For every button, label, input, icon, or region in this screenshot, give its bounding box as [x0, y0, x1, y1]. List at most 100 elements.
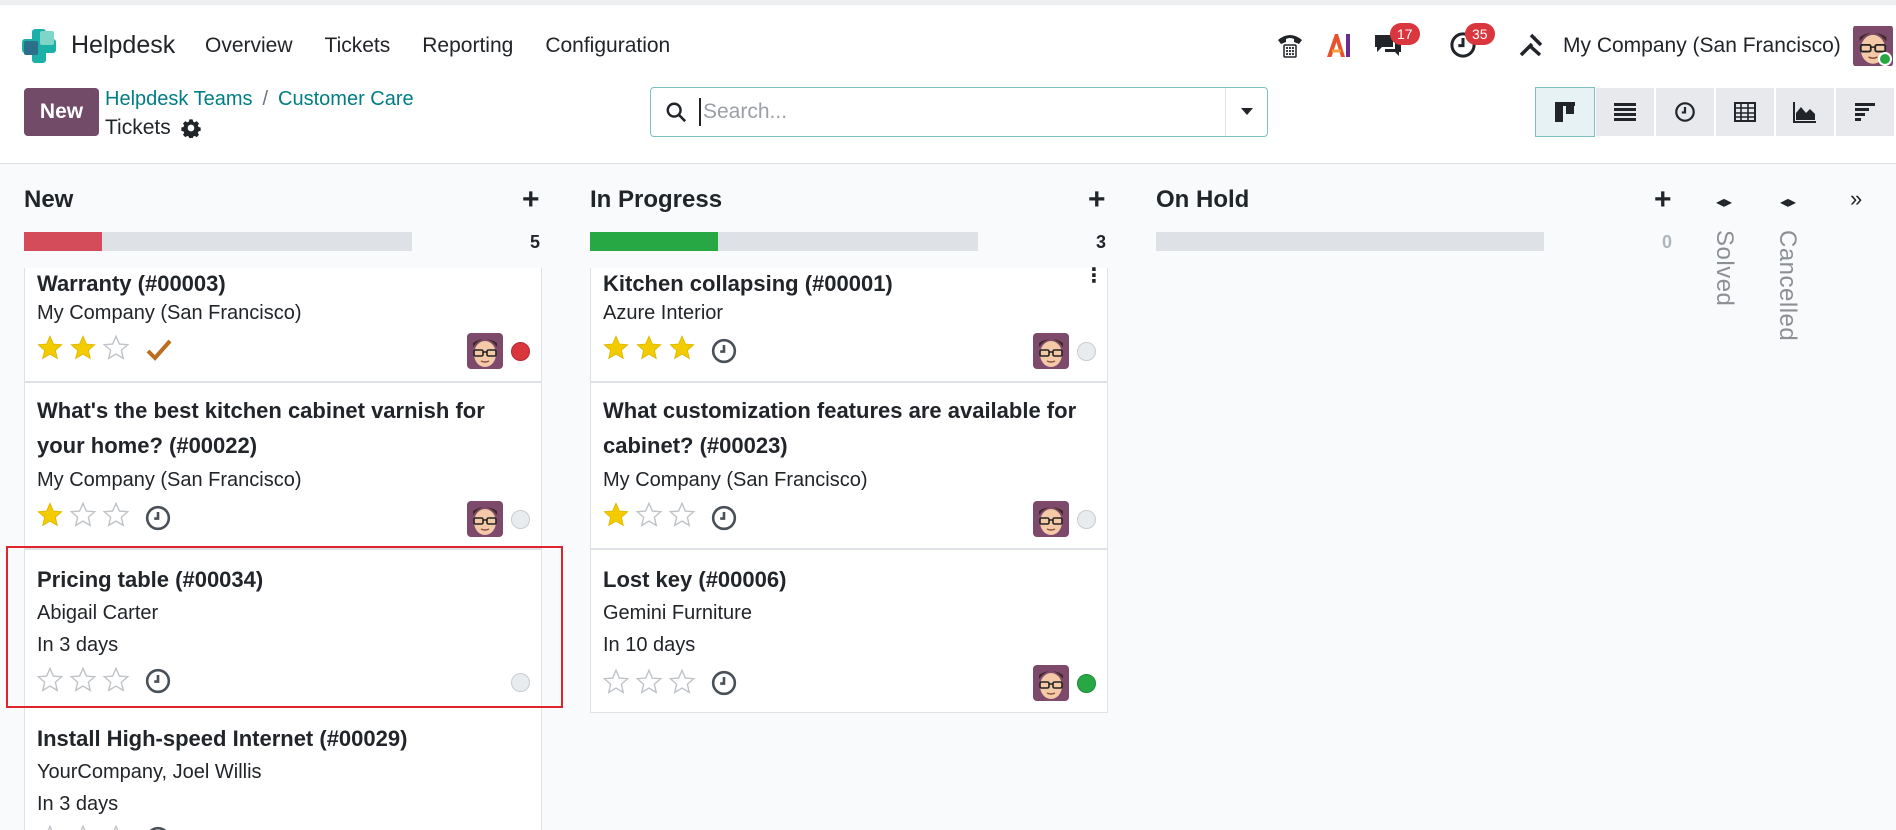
column-cancelled-fold-toggle[interactable]: ◂▸	[1780, 192, 1796, 212]
kanban-view-button[interactable]	[1535, 87, 1595, 137]
star-empty-icon[interactable]	[602, 668, 630, 696]
activity-clock-icon[interactable]	[145, 505, 171, 531]
kanban-state-dot[interactable]	[1077, 510, 1096, 529]
main-menu: Overview Tickets Reporting Configuration	[205, 34, 702, 58]
column-on-hold-count: 0	[1662, 232, 1673, 252]
kanban-state-dot[interactable]	[511, 510, 530, 529]
phone-icon[interactable]	[1272, 27, 1308, 63]
column-new-add-button[interactable]: +	[522, 185, 540, 215]
star-empty-icon[interactable]	[668, 501, 696, 529]
column-on-hold-add-button[interactable]: +	[1654, 185, 1672, 215]
column-title-in-progress[interactable]: In Progress	[590, 186, 722, 214]
pivot-view-button[interactable]	[1715, 87, 1775, 137]
kanban-state-dot[interactable]	[1077, 342, 1096, 361]
star-empty-icon[interactable]	[69, 824, 97, 830]
star-filled-icon[interactable]	[635, 334, 663, 362]
assignee-avatar[interactable]	[1033, 665, 1069, 701]
kanban-state-dot[interactable]	[511, 342, 530, 361]
star-empty-icon[interactable]	[102, 501, 130, 529]
ai-icon[interactable]	[1322, 27, 1356, 63]
activity-clock-icon[interactable]	[711, 670, 737, 696]
double-chevron-right-icon[interactable]: »	[1850, 186, 1862, 212]
column-in-progress-progress-bar[interactable]	[590, 232, 978, 251]
star-filled-icon[interactable]	[69, 334, 97, 362]
menu-overview[interactable]: Overview	[205, 34, 293, 58]
column-cancelled-folded[interactable]: Cancelled	[1773, 230, 1801, 341]
new-ticket-button[interactable]: New	[24, 88, 99, 136]
kanban-state-dot[interactable]	[1077, 674, 1096, 693]
ticket-title-line-1: What customization features are availabl…	[603, 398, 1077, 423]
column-title-on-hold[interactable]: On Hold	[1156, 186, 1249, 214]
helpdesk-app-icon[interactable]	[20, 27, 58, 65]
ticket-title: Warranty (#00003)	[37, 271, 226, 296]
star-empty-icon[interactable]	[668, 668, 696, 696]
ticket-card[interactable]: Kitchen collapsing (#00001) ⋮ Azure Inte…	[590, 266, 1108, 382]
priority-stars[interactable]	[36, 501, 130, 529]
ticket-card[interactable]: Warranty (#00003) My Company (San Franci…	[24, 268, 542, 382]
star-empty-icon[interactable]	[69, 501, 97, 529]
card-menu-dots-icon[interactable]: ⋮	[1084, 266, 1104, 286]
column-in-progress-add-button[interactable]: +	[1088, 185, 1106, 215]
column-solved-folded[interactable]: Solved	[1710, 230, 1738, 306]
top-navbar: Helpdesk Overview Tickets Reporting Conf…	[0, 0, 1896, 82]
graph-view-button[interactable]	[1775, 87, 1835, 137]
activity-clock-icon[interactable]	[145, 826, 171, 830]
list-view-button[interactable]	[1595, 87, 1655, 137]
search-options-toggle[interactable]	[1225, 88, 1267, 136]
ticket-card[interactable]: What customization features are availabl…	[590, 382, 1108, 549]
search-input[interactable]	[699, 98, 1199, 126]
ticket-customer: My Company (San Francisco)	[603, 469, 868, 491]
debug-tools-icon[interactable]	[1515, 27, 1547, 63]
priority-stars[interactable]	[602, 668, 696, 696]
star-empty-icon[interactable]	[635, 501, 663, 529]
star-empty-icon[interactable]	[102, 824, 130, 830]
ticket-customer: My Company (San Francisco)	[37, 302, 302, 324]
priority-stars[interactable]	[602, 334, 696, 362]
assignee-avatar[interactable]	[467, 501, 503, 537]
star-empty-icon[interactable]	[635, 668, 663, 696]
activity-view-button[interactable]	[1655, 87, 1715, 137]
menu-tickets[interactable]: Tickets	[325, 34, 391, 58]
ticket-card[interactable]: Install High-speed Internet (#00029) You…	[24, 707, 542, 830]
gantt-icon	[1855, 103, 1875, 121]
menu-reporting[interactable]: Reporting	[422, 34, 513, 58]
activity-icon[interactable]: 35	[1447, 23, 1495, 63]
app-name[interactable]: Helpdesk	[71, 31, 175, 60]
star-empty-icon[interactable]	[36, 824, 64, 830]
column-title-new[interactable]: New	[24, 186, 73, 214]
column-solved-fold-toggle[interactable]: ◂▸	[1716, 192, 1732, 212]
column-new-progress-bar[interactable]	[24, 232, 412, 251]
search-bar	[650, 87, 1268, 137]
assignee-avatar[interactable]	[467, 333, 503, 369]
column-in-progress-progress-fill	[590, 232, 719, 251]
assignee-avatar[interactable]	[1033, 501, 1069, 537]
star-filled-icon[interactable]	[36, 501, 64, 529]
discuss-badge: 17	[1390, 23, 1420, 45]
gantt-view-button[interactable]	[1835, 87, 1895, 137]
breadcrumb-helpdesk-teams[interactable]: Helpdesk Teams	[105, 88, 252, 110]
ticket-card[interactable]: What's the best kitchen cabinet varnish …	[24, 382, 542, 549]
ticket-deadline: In 10 days	[603, 634, 696, 656]
company-switcher[interactable]: My Company (San Francisco)	[1563, 34, 1841, 58]
priority-stars[interactable]	[602, 501, 696, 529]
ticket-card[interactable]: Lost key (#00006) Gemini Furniture In 10…	[590, 549, 1108, 713]
ticket-title: Lost key (#00006)	[603, 567, 787, 592]
star-empty-icon[interactable]	[102, 334, 130, 362]
star-filled-icon[interactable]	[668, 334, 696, 362]
checkmark-icon[interactable]	[145, 338, 173, 362]
priority-stars[interactable]	[36, 824, 130, 830]
clock-icon	[1675, 102, 1695, 122]
star-filled-icon[interactable]	[602, 334, 630, 362]
menu-configuration[interactable]: Configuration	[545, 34, 670, 58]
assignee-avatar[interactable]	[1033, 333, 1069, 369]
gear-icon[interactable]	[181, 118, 201, 138]
ticket-title: Install High-speed Internet (#00029)	[37, 726, 408, 751]
list-icon	[1614, 103, 1636, 121]
activity-clock-icon[interactable]	[711, 505, 737, 531]
discuss-icon[interactable]: 17	[1372, 23, 1420, 63]
star-filled-icon[interactable]	[36, 334, 64, 362]
priority-stars[interactable]	[36, 334, 130, 362]
star-filled-icon[interactable]	[602, 501, 630, 529]
activity-clock-icon[interactable]	[711, 338, 737, 364]
breadcrumb-customer-care[interactable]: Customer Care	[278, 88, 414, 110]
